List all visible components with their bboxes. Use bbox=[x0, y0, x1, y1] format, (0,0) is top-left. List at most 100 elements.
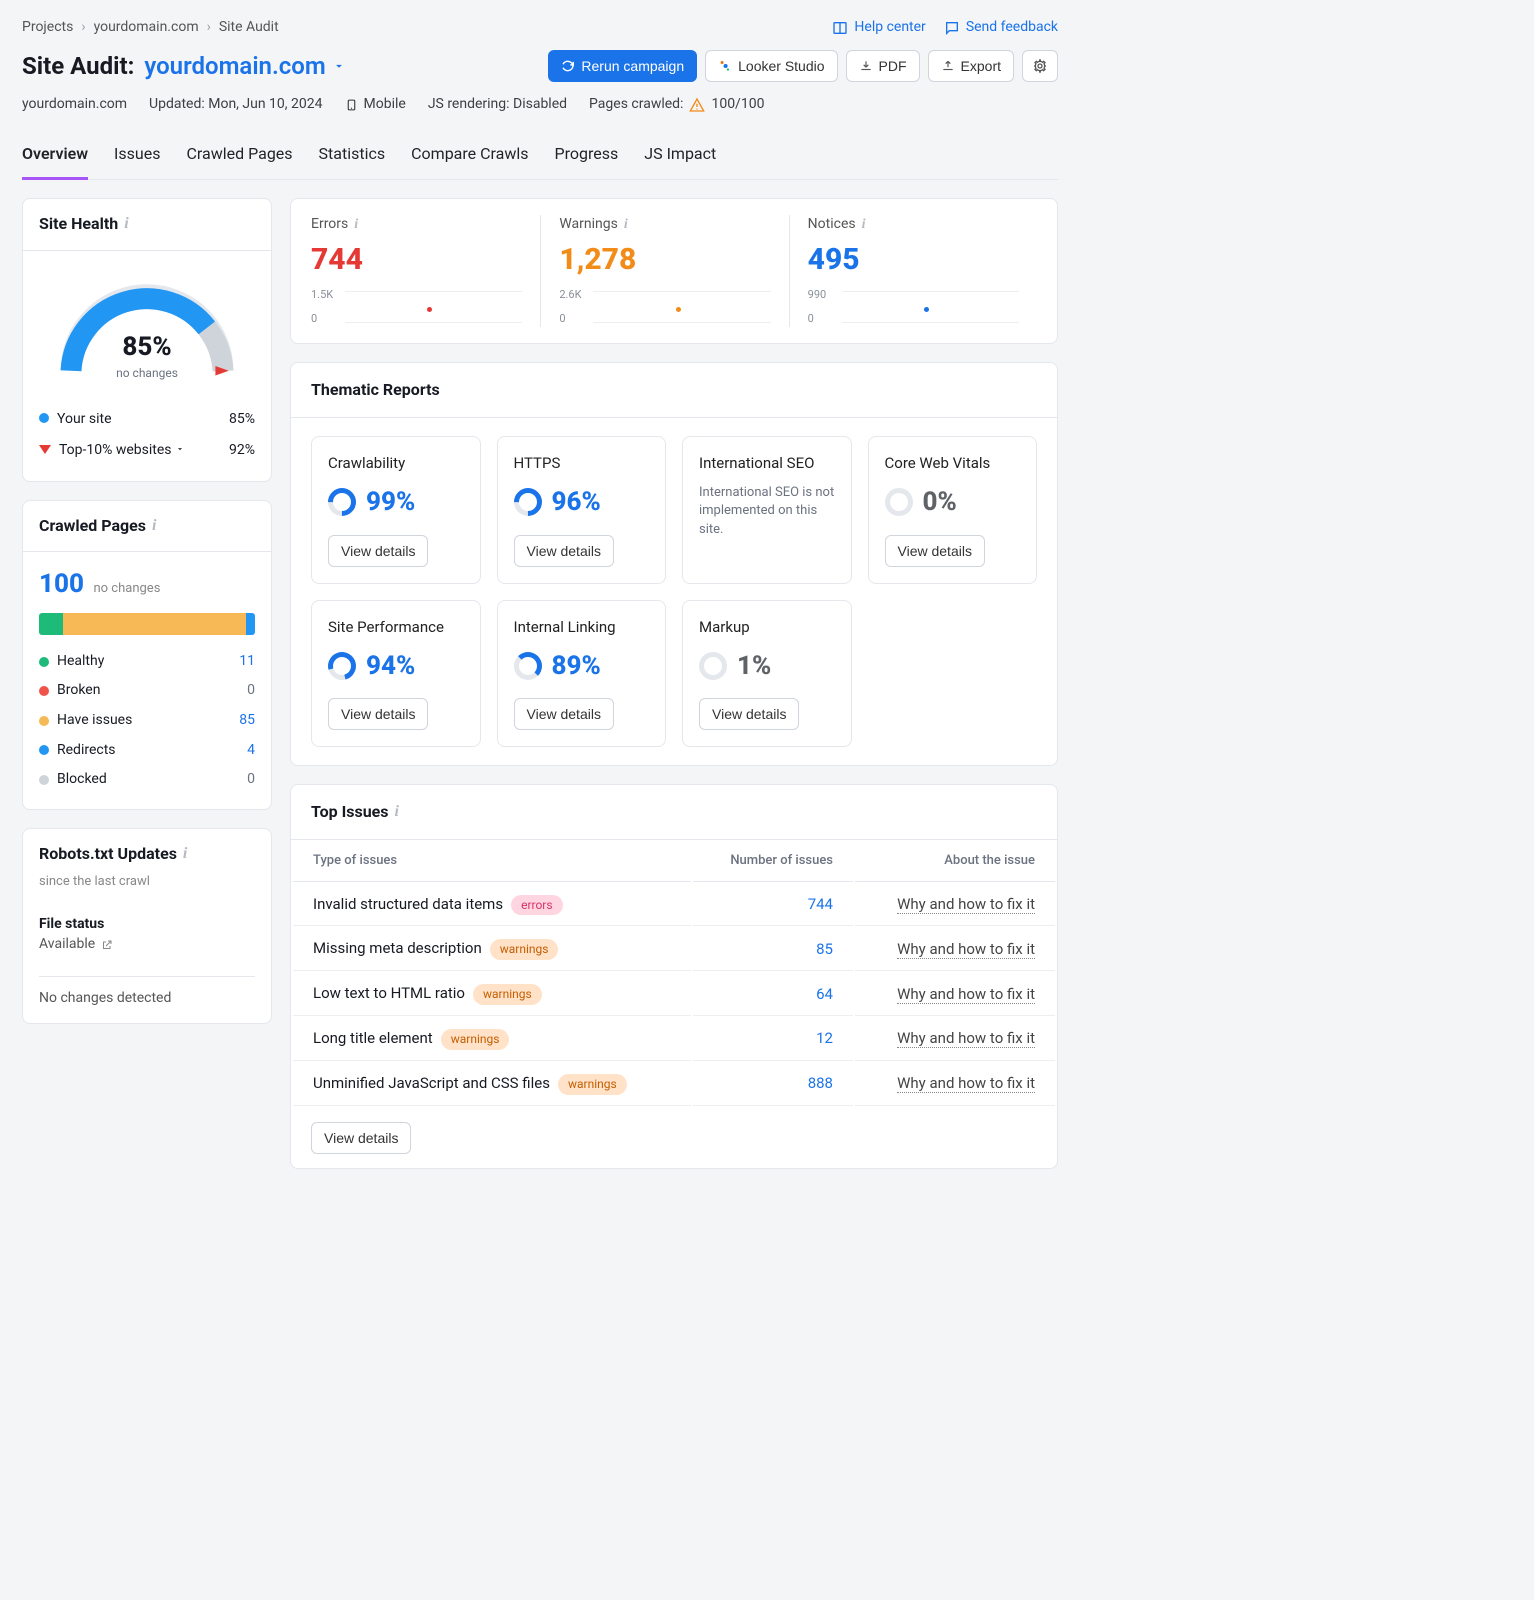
col-num: Number of issues bbox=[693, 842, 853, 881]
warning-icon bbox=[689, 97, 705, 113]
gear-icon bbox=[1032, 58, 1048, 74]
breadcrumb-item[interactable]: Site Audit bbox=[219, 18, 279, 38]
pdf-button[interactable]: PDF bbox=[846, 50, 920, 82]
issue-name[interactable]: Long title element bbox=[313, 1029, 433, 1047]
thematic-card: Site Performance94%View details bbox=[311, 600, 481, 747]
help-center-link[interactable]: Help center bbox=[832, 18, 925, 38]
thematic-label: Site Performance bbox=[328, 617, 464, 638]
spark-point bbox=[676, 307, 681, 312]
view-details-button[interactable]: View details bbox=[328, 698, 428, 730]
info-icon[interactable]: i bbox=[395, 801, 399, 823]
issue-name[interactable]: Missing meta description bbox=[313, 939, 482, 957]
settings-button[interactable] bbox=[1022, 50, 1058, 82]
meta-crawled: Pages crawled: 100/100 bbox=[589, 95, 764, 115]
meta-row: yourdomain.com Updated: Mon, Jun 10, 202… bbox=[22, 95, 1058, 115]
chevron-down-icon bbox=[175, 444, 185, 454]
thematic-pct: 0% bbox=[923, 484, 957, 520]
tab-crawled-pages[interactable]: Crawled Pages bbox=[186, 143, 292, 179]
thematic-pct: 96% bbox=[552, 484, 601, 520]
view-details-button[interactable]: View details bbox=[514, 535, 614, 567]
breadcrumb-item[interactable]: Projects bbox=[22, 18, 73, 38]
top10-row[interactable]: Top-10% websites 92% bbox=[39, 435, 255, 467]
robots-status-link[interactable]: Available bbox=[39, 935, 255, 955]
issue-count[interactable]: 85 bbox=[816, 940, 833, 958]
crawled-legend-item[interactable]: Blocked0 bbox=[39, 765, 255, 795]
issue-count[interactable]: 64 bbox=[816, 985, 833, 1003]
issue-count[interactable]: 12 bbox=[816, 1029, 833, 1047]
thematic-pct: 1% bbox=[737, 648, 771, 684]
spark-point bbox=[427, 307, 432, 312]
robots-sub: since the last crawl bbox=[39, 873, 255, 891]
view-details-button[interactable]: View details bbox=[514, 698, 614, 730]
thematic-card: Core Web Vitals0%View details bbox=[868, 436, 1038, 583]
stat-warnings-value: 1,278 bbox=[559, 239, 770, 281]
stat-errors[interactable]: Errorsi 744 1.5K 0 bbox=[311, 215, 540, 327]
dot-icon bbox=[39, 686, 49, 696]
view-details-button[interactable]: View details bbox=[699, 698, 799, 730]
send-feedback-link[interactable]: Send feedback bbox=[944, 18, 1058, 38]
looker-studio-button[interactable]: Looker Studio bbox=[705, 50, 837, 82]
crawled-title: Crawled Pages bbox=[39, 515, 146, 537]
tab-compare-crawls[interactable]: Compare Crawls bbox=[411, 143, 528, 179]
mobile-icon bbox=[345, 97, 358, 113]
issue-count[interactable]: 744 bbox=[808, 895, 833, 913]
info-icon[interactable]: i bbox=[862, 215, 866, 235]
view-details-button[interactable]: View details bbox=[885, 535, 985, 567]
tab-statistics[interactable]: Statistics bbox=[319, 143, 386, 179]
view-details-button[interactable]: View details bbox=[328, 535, 428, 567]
info-icon[interactable]: i bbox=[354, 215, 358, 235]
legend-top10-val: 92% bbox=[229, 441, 255, 461]
info-icon[interactable]: i bbox=[624, 215, 628, 235]
issue-row: Missing meta description warnings 85 Why an… bbox=[293, 928, 1055, 971]
crawled-sub: no changes bbox=[93, 581, 160, 596]
info-icon[interactable]: i bbox=[183, 843, 187, 865]
legend-your-site: Your site bbox=[57, 411, 112, 427]
crawled-legend-item[interactable]: Have issues85 bbox=[39, 706, 255, 736]
crawled-legend-item[interactable]: Healthy11 bbox=[39, 647, 255, 677]
legend-top10: Top-10% websites bbox=[59, 442, 172, 458]
info-icon[interactable]: i bbox=[124, 213, 128, 235]
info-icon[interactable]: i bbox=[152, 515, 156, 537]
meta-updated: Updated: Mon, Jun 10, 2024 bbox=[149, 95, 322, 115]
issue-count[interactable]: 888 bbox=[808, 1074, 833, 1092]
rerun-campaign-button[interactable]: Rerun campaign bbox=[548, 50, 697, 82]
stat-warnings[interactable]: Warningsi 1,278 2.6K 0 bbox=[540, 215, 788, 327]
dot-icon bbox=[39, 657, 49, 667]
ring-icon bbox=[699, 652, 727, 680]
stat-errors-value: 744 bbox=[311, 239, 522, 281]
col-about: About the issue bbox=[855, 842, 1055, 881]
issue-pill: warnings bbox=[490, 939, 559, 960]
col-type: Type of issues bbox=[293, 842, 691, 881]
tab-overview[interactable]: Overview bbox=[22, 143, 88, 180]
ring-icon bbox=[508, 483, 548, 523]
ring-icon bbox=[885, 488, 913, 516]
chevron-down-icon bbox=[332, 59, 346, 73]
issue-name[interactable]: Unminified JavaScript and CSS files bbox=[313, 1074, 550, 1092]
crawled-legend-item[interactable]: Redirects4 bbox=[39, 736, 255, 766]
crawled-legend-item[interactable]: Broken0 bbox=[39, 676, 255, 706]
fix-link[interactable]: Why and how to fix it bbox=[897, 1029, 1035, 1048]
issue-name[interactable]: Low text to HTML ratio bbox=[313, 984, 465, 1002]
fix-link[interactable]: Why and how to fix it bbox=[897, 940, 1035, 959]
meta-device: Mobile bbox=[345, 95, 406, 115]
tab-progress[interactable]: Progress bbox=[555, 143, 619, 179]
dot-icon bbox=[39, 775, 49, 785]
issue-pill: warnings bbox=[558, 1074, 627, 1095]
thematic-pct: 99% bbox=[366, 484, 415, 520]
fix-link[interactable]: Why and how to fix it bbox=[897, 985, 1035, 1004]
top-issues-card: Top Issues i Type of issues Number of is… bbox=[290, 784, 1058, 1169]
issue-row: Low text to HTML ratiowarnings64Why and … bbox=[293, 973, 1055, 1016]
tab-js-impact[interactable]: JS Impact bbox=[644, 143, 716, 179]
tab-issues[interactable]: Issues bbox=[114, 143, 160, 179]
fix-link[interactable]: Why and how to fix it bbox=[897, 1074, 1035, 1093]
issue-name[interactable]: Invalid structured data items bbox=[313, 895, 503, 913]
robots-nochanges: No changes detected bbox=[39, 989, 255, 1009]
dot-icon bbox=[39, 413, 49, 423]
top-issues-view-details-button[interactable]: View details bbox=[311, 1122, 411, 1154]
domain-dropdown[interactable]: yourdomain.com bbox=[144, 50, 345, 84]
stat-notices[interactable]: Noticesi 495 990 0 bbox=[789, 215, 1037, 327]
fix-link[interactable]: Why and how to fix it bbox=[897, 895, 1035, 914]
export-button[interactable]: Export bbox=[928, 50, 1014, 82]
breadcrumb-item[interactable]: yourdomain.com bbox=[94, 18, 199, 38]
issue-row: Long title elementwarnings12Why and how … bbox=[293, 1018, 1055, 1061]
